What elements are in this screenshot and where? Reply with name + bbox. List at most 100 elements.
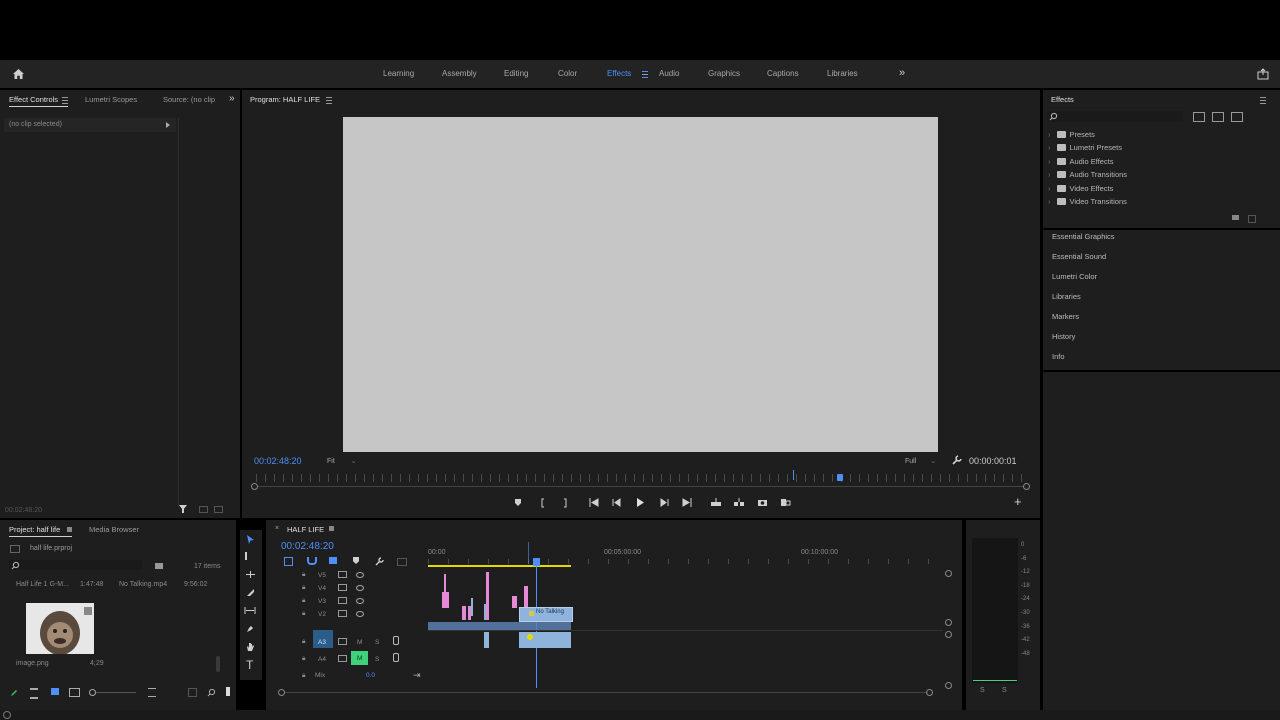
snap-magnet-icon[interactable] bbox=[307, 557, 317, 565]
h-scroll-end[interactable] bbox=[926, 689, 933, 696]
lock-icon[interactable]: 🔒︎ bbox=[302, 655, 305, 663]
panel-history[interactable]: History bbox=[1052, 332, 1075, 341]
project-item-thumbnail[interactable] bbox=[26, 603, 94, 654]
v-zoom-handle[interactable] bbox=[945, 570, 952, 577]
program-video-frame[interactable] bbox=[343, 117, 938, 452]
workspace-menu-icon[interactable] bbox=[638, 70, 648, 79]
mark-in-icon[interactable] bbox=[540, 498, 546, 511]
find-icon[interactable] bbox=[207, 688, 216, 699]
eye-icon[interactable] bbox=[356, 611, 364, 617]
workspace-color[interactable]: Color bbox=[558, 69, 577, 78]
freeform-view-icon[interactable] bbox=[69, 688, 80, 697]
wrench-icon[interactable] bbox=[952, 455, 962, 465]
mix-end-icon[interactable]: ⇥ bbox=[413, 670, 421, 681]
home-icon[interactable] bbox=[12, 68, 25, 80]
v-zoom-handle[interactable] bbox=[945, 682, 952, 689]
video-clip[interactable] bbox=[512, 596, 517, 608]
caption-track-icon[interactable] bbox=[397, 558, 407, 566]
lock-icon[interactable]: 🔒︎ bbox=[302, 638, 305, 646]
selection-tool-icon[interactable] bbox=[246, 534, 255, 547]
panel-lumetri-color[interactable]: Lumetri Color bbox=[1052, 272, 1097, 281]
icon-view-icon[interactable] bbox=[51, 688, 59, 695]
zoom-slider-handle[interactable] bbox=[89, 689, 96, 696]
snap-icon[interactable] bbox=[214, 506, 223, 513]
audio-clip[interactable] bbox=[484, 632, 489, 648]
new-bin-icon[interactable] bbox=[1232, 215, 1239, 220]
step-back-icon[interactable] bbox=[612, 498, 622, 510]
scrub-start-handle[interactable] bbox=[251, 483, 258, 490]
timeline-ruler-ticks[interactable] bbox=[428, 559, 943, 564]
ripple-edit-tool-icon[interactable] bbox=[245, 570, 256, 581]
toggle-sync-icon[interactable] bbox=[338, 655, 347, 662]
comparison-view-icon[interactable] bbox=[780, 498, 791, 510]
scrub-end-handle[interactable] bbox=[1023, 483, 1030, 490]
mic-icon[interactable] bbox=[393, 653, 399, 662]
v-zoom-handle[interactable] bbox=[945, 631, 952, 638]
project-item-name[interactable]: No Talking.mp4 bbox=[119, 581, 167, 588]
video-clip[interactable] bbox=[471, 598, 473, 616]
project-scrollbar[interactable] bbox=[216, 656, 220, 672]
effects-menu-icon[interactable] bbox=[1256, 96, 1266, 105]
lock-icon[interactable]: 🔒︎ bbox=[302, 672, 305, 680]
project-item-name[interactable]: Half Life 1 G-M... bbox=[16, 581, 69, 588]
pencil-icon[interactable] bbox=[10, 688, 19, 699]
go-to-out-icon[interactable] bbox=[682, 498, 692, 510]
fx-tree-video-effects[interactable]: › Video Effects bbox=[1048, 184, 1113, 193]
video-clip-no-talking[interactable]: No Talking bbox=[519, 607, 573, 622]
tab-sequence[interactable]: HALF LIFE bbox=[287, 525, 324, 534]
toggle-sync-icon[interactable] bbox=[338, 571, 347, 578]
panel-markers[interactable]: Markers bbox=[1052, 312, 1079, 321]
workspace-effects[interactable]: Effects bbox=[607, 69, 631, 78]
eye-icon[interactable] bbox=[356, 598, 364, 604]
video-clip[interactable] bbox=[486, 572, 489, 620]
list-view-icon[interactable] bbox=[30, 688, 38, 699]
nest-icon[interactable] bbox=[284, 557, 293, 566]
h-scrollbar-track[interactable] bbox=[284, 692, 928, 693]
new-bin-folder-icon[interactable] bbox=[155, 563, 163, 569]
panel-libraries[interactable]: Libraries bbox=[1052, 292, 1081, 301]
timeline-playhead-handle[interactable] bbox=[533, 558, 540, 566]
video-clip[interactable] bbox=[444, 574, 446, 608]
lock-icon[interactable]: 🔒︎ bbox=[302, 571, 305, 579]
panel-essential-graphics[interactable]: Essential Graphics bbox=[1052, 232, 1115, 241]
video-clip[interactable] bbox=[462, 606, 466, 620]
workspace-libraries[interactable]: Libraries bbox=[827, 69, 858, 78]
fx-tree-video-transitions[interactable]: › Video Transitions bbox=[1048, 197, 1127, 206]
timeline-timecode[interactable]: 00:02:48:20 bbox=[281, 541, 334, 552]
tab-effect-controls[interactable]: Effect Controls bbox=[9, 95, 69, 107]
workspace-assembly[interactable]: Assembly bbox=[442, 69, 477, 78]
play-triangle-icon[interactable] bbox=[166, 122, 170, 128]
lock-icon[interactable]: 🔒︎ bbox=[302, 597, 305, 605]
mic-icon[interactable] bbox=[393, 636, 399, 645]
more-workspaces-icon[interactable]: » bbox=[899, 67, 905, 79]
lift-icon[interactable] bbox=[710, 498, 722, 510]
solo-button[interactable]: S bbox=[375, 639, 379, 646]
play-button[interactable] bbox=[636, 497, 645, 511]
pen-tool-icon[interactable] bbox=[246, 624, 255, 635]
eye-icon[interactable] bbox=[356, 572, 364, 578]
more-tabs-icon[interactable]: » bbox=[229, 93, 235, 104]
tab-source[interactable]: Source: (no clip bbox=[163, 95, 215, 104]
program-timecode[interactable]: 00:02:48:20 bbox=[254, 456, 302, 466]
export-frame-icon[interactable] bbox=[199, 506, 208, 513]
sort-icon[interactable] bbox=[148, 688, 156, 697]
h-scroll-start[interactable] bbox=[278, 689, 285, 696]
fit-dropdown[interactable]: Fit ⌄ bbox=[327, 457, 357, 465]
lock-icon[interactable]: 🔒︎ bbox=[302, 610, 305, 618]
delete-icon[interactable] bbox=[1248, 215, 1256, 223]
add-button-icon[interactable]: + bbox=[1014, 495, 1022, 508]
menu-icon[interactable] bbox=[62, 96, 69, 104]
fx-tree-presets[interactable]: › Presets bbox=[1048, 130, 1095, 139]
camera-icon[interactable] bbox=[757, 498, 768, 510]
workspace-captions[interactable]: Captions bbox=[767, 69, 799, 78]
project-menu-icon[interactable] bbox=[67, 527, 73, 532]
v-zoom-handle[interactable] bbox=[945, 619, 952, 626]
accelerated-effects-icon[interactable] bbox=[1193, 112, 1205, 122]
new-item-icon[interactable] bbox=[226, 687, 230, 696]
mix-value[interactable]: 0.0 bbox=[366, 672, 375, 679]
razor-tool-icon[interactable] bbox=[246, 588, 255, 599]
mark-out-icon[interactable] bbox=[562, 498, 568, 511]
lock-icon[interactable]: 🔒︎ bbox=[302, 584, 305, 592]
solo-button[interactable]: S bbox=[375, 656, 379, 663]
menu-icon[interactable] bbox=[326, 96, 333, 104]
